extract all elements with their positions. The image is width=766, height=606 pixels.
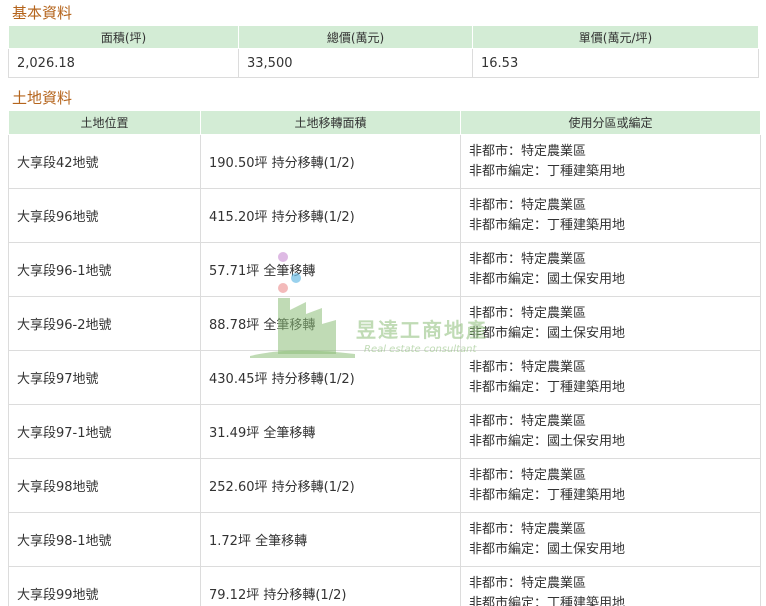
table-row: 大享段98-1地號 1.72坪 全筆移轉 非都市：特定農業區 非都市編定：國土保…	[8, 512, 761, 567]
land-location: 大享段97地號	[8, 350, 201, 405]
basic-header-row: 面積(坪) 總價(萬元) 單價(萬元/坪)	[8, 25, 759, 49]
land-transfer-area: 79.12坪 持分移轉(1/2)	[200, 566, 461, 606]
land-transfer-area: 430.45坪 持分移轉(1/2)	[200, 350, 461, 405]
zoning-designation: 非都市編定：國土保安用地	[469, 434, 626, 449]
header-total-price: 總價(萬元)	[238, 25, 473, 49]
land-location: 大享段96-2地號	[8, 296, 201, 351]
land-zoning: 非都市：特定農業區 非都市編定：丁種建築用地	[460, 188, 761, 243]
land-location: 大享段97-1地號	[8, 404, 201, 459]
zoning-designation: 非都市編定：丁種建築用地	[469, 380, 626, 395]
zoning-district: 非都市：特定農業區	[469, 198, 587, 213]
land-location: 大享段96-1地號	[8, 242, 201, 297]
header-transfer-area: 土地移轉面積	[200, 110, 461, 135]
land-transfer-area: 1.72坪 全筆移轉	[200, 512, 461, 567]
basic-value-row: 2,026.18 33,500 16.53	[8, 48, 759, 78]
value-unit-price: 16.53	[472, 48, 759, 78]
land-location: 大享段99地號	[8, 566, 201, 606]
table-row: 大享段97地號 430.45坪 持分移轉(1/2) 非都市：特定農業區 非都市編…	[8, 350, 761, 405]
land-location: 大享段42地號	[8, 134, 201, 189]
zoning-designation: 非都市編定：丁種建築用地	[469, 164, 626, 179]
header-location: 土地位置	[8, 110, 201, 135]
land-zoning: 非都市：特定農業區 非都市編定：丁種建築用地	[460, 350, 761, 405]
table-row: 大享段99地號 79.12坪 持分移轉(1/2) 非都市：特定農業區 非都市編定…	[8, 566, 761, 606]
land-location: 大享段98地號	[8, 458, 201, 513]
land-zoning: 非都市：特定農業區 非都市編定：丁種建築用地	[460, 566, 761, 606]
land-transfer-area: 190.50坪 持分移轉(1/2)	[200, 134, 461, 189]
zoning-district: 非都市：特定農業區	[469, 252, 587, 267]
page: 基本資料 面積(坪) 總價(萬元) 單價(萬元/坪) 2,026.18 33,5…	[0, 0, 766, 606]
land-location: 大享段98-1地號	[8, 512, 201, 567]
land-location: 大享段96地號	[8, 188, 201, 243]
basic-info-title: 基本資料	[12, 4, 73, 22]
value-total-price: 33,500	[238, 48, 473, 78]
land-header-row: 土地位置 土地移轉面積 使用分區或編定	[8, 110, 761, 135]
table-row: 大享段96-1地號 57.71坪 全筆移轉 非都市：特定農業區 非都市編定：國土…	[8, 242, 761, 297]
header-area: 面積(坪)	[8, 25, 239, 49]
zoning-designation: 非都市編定：丁種建築用地	[469, 218, 626, 233]
zoning-district: 非都市：特定農業區	[469, 144, 587, 159]
land-zoning: 非都市：特定農業區 非都市編定：國土保安用地	[460, 296, 761, 351]
table-row: 大享段98地號 252.60坪 持分移轉(1/2) 非都市：特定農業區 非都市編…	[8, 458, 761, 513]
zoning-district: 非都市：特定農業區	[469, 414, 587, 429]
land-zoning: 非都市：特定農業區 非都市編定：國土保安用地	[460, 404, 761, 459]
zoning-designation: 非都市編定：丁種建築用地	[469, 596, 626, 606]
land-zoning: 非都市：特定農業區 非都市編定：丁種建築用地	[460, 458, 761, 513]
table-row: 大享段96地號 415.20坪 持分移轉(1/2) 非都市：特定農業區 非都市編…	[8, 188, 761, 243]
zoning-district: 非都市：特定農業區	[469, 468, 587, 483]
zoning-district: 非都市：特定農業區	[469, 360, 587, 375]
basic-info-table: 面積(坪) 總價(萬元) 單價(萬元/坪) 2,026.18 33,500 16…	[8, 25, 759, 78]
land-transfer-area: 415.20坪 持分移轉(1/2)	[200, 188, 461, 243]
land-transfer-area: 252.60坪 持分移轉(1/2)	[200, 458, 461, 513]
land-info-title: 土地資料	[12, 89, 73, 107]
zoning-designation: 非都市編定：國土保安用地	[469, 326, 626, 341]
land-transfer-area: 31.49坪 全筆移轉	[200, 404, 461, 459]
zoning-designation: 非都市編定：國土保安用地	[469, 272, 626, 287]
zoning-district: 非都市：特定農業區	[469, 576, 587, 591]
zoning-district: 非都市：特定農業區	[469, 306, 587, 321]
header-zoning: 使用分區或編定	[460, 110, 761, 135]
land-transfer-area: 57.71坪 全筆移轉	[200, 242, 461, 297]
table-row: 大享段97-1地號 31.49坪 全筆移轉 非都市：特定農業區 非都市編定：國土…	[8, 404, 761, 459]
land-transfer-area: 88.78坪 全筆移轉	[200, 296, 461, 351]
zoning-designation: 非都市編定：國土保安用地	[469, 542, 626, 557]
zoning-designation: 非都市編定：丁種建築用地	[469, 488, 626, 503]
header-unit-price: 單價(萬元/坪)	[472, 25, 759, 49]
value-area: 2,026.18	[8, 48, 239, 78]
zoning-district: 非都市：特定農業區	[469, 522, 587, 537]
table-row: 大享段42地號 190.50坪 持分移轉(1/2) 非都市：特定農業區 非都市編…	[8, 134, 761, 189]
land-info-table: 土地位置 土地移轉面積 使用分區或編定 大享段42地號 190.50坪 持分移轉…	[8, 110, 761, 606]
land-zoning: 非都市：特定農業區 非都市編定：國土保安用地	[460, 242, 761, 297]
table-row: 大享段96-2地號 88.78坪 全筆移轉 非都市：特定農業區 非都市編定：國土…	[8, 296, 761, 351]
land-zoning: 非都市：特定農業區 非都市編定：國土保安用地	[460, 512, 761, 567]
land-zoning: 非都市：特定農業區 非都市編定：丁種建築用地	[460, 134, 761, 189]
